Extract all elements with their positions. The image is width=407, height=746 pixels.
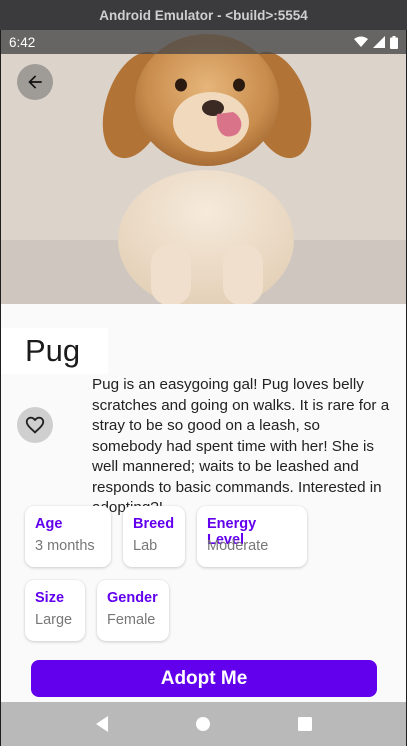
nav-back-button[interactable] — [87, 709, 117, 739]
status-bar: 6:42 — [1, 30, 406, 54]
android-nav-bar — [1, 702, 406, 746]
attribute-label: Gender — [107, 590, 158, 606]
nav-home-circle-icon — [196, 717, 211, 731]
attribute-label: Breed — [133, 516, 175, 532]
nav-back-triangle-icon — [95, 716, 108, 732]
pet-name-box: Pug — [1, 328, 108, 374]
heart-outline-icon — [25, 416, 45, 434]
emulator-title-bar: Android Emulator - <build>:5554 — [0, 0, 407, 30]
attribute-label: Energy Level — [207, 516, 257, 548]
attribute-value: Female — [107, 612, 156, 628]
attribute-label: Age — [35, 516, 63, 532]
hero-image — [1, 30, 406, 304]
arrow-back-icon — [28, 75, 42, 89]
attribute-chip-size: Size Large — [25, 580, 85, 641]
back-button[interactable] — [17, 64, 53, 100]
attribute-value: Moderate — [207, 538, 269, 554]
attribute-chip-gender: Gender Female — [97, 580, 169, 641]
pet-name: Pug — [25, 333, 81, 368]
attribute-chip-age: Age 3 months — [25, 506, 111, 567]
status-time: 6:42 — [9, 34, 36, 50]
wifi-icon — [354, 36, 368, 47]
adopt-me-button[interactable]: Adopt Me — [31, 660, 377, 697]
favorite-button[interactable] — [17, 407, 53, 443]
attribute-label: Size — [35, 590, 65, 606]
attribute-chip-breed: Breed Lab — [123, 506, 185, 567]
attribute-value: Lab — [133, 538, 158, 554]
cellular-icon — [373, 36, 385, 48]
device-screen: 6:42 Pug Pug is an easygoing gal! Pug lo… — [0, 30, 407, 746]
window-title: Android Emulator - <build>:5554 — [99, 7, 308, 23]
attribute-value: Large — [35, 612, 73, 628]
puppy-illustration — [1, 30, 406, 304]
attribute-chip-energy-level: Energy Level Moderate — [197, 506, 307, 567]
nav-recents-button[interactable] — [290, 709, 320, 739]
nav-home-button[interactable] — [188, 709, 218, 739]
pet-description: Pug is an easygoing gal! Pug loves belly… — [92, 376, 390, 516]
attribute-value: 3 months — [35, 538, 95, 554]
status-icons — [354, 35, 398, 49]
battery-icon — [390, 35, 398, 49]
nav-recents-square-icon — [298, 717, 313, 731]
